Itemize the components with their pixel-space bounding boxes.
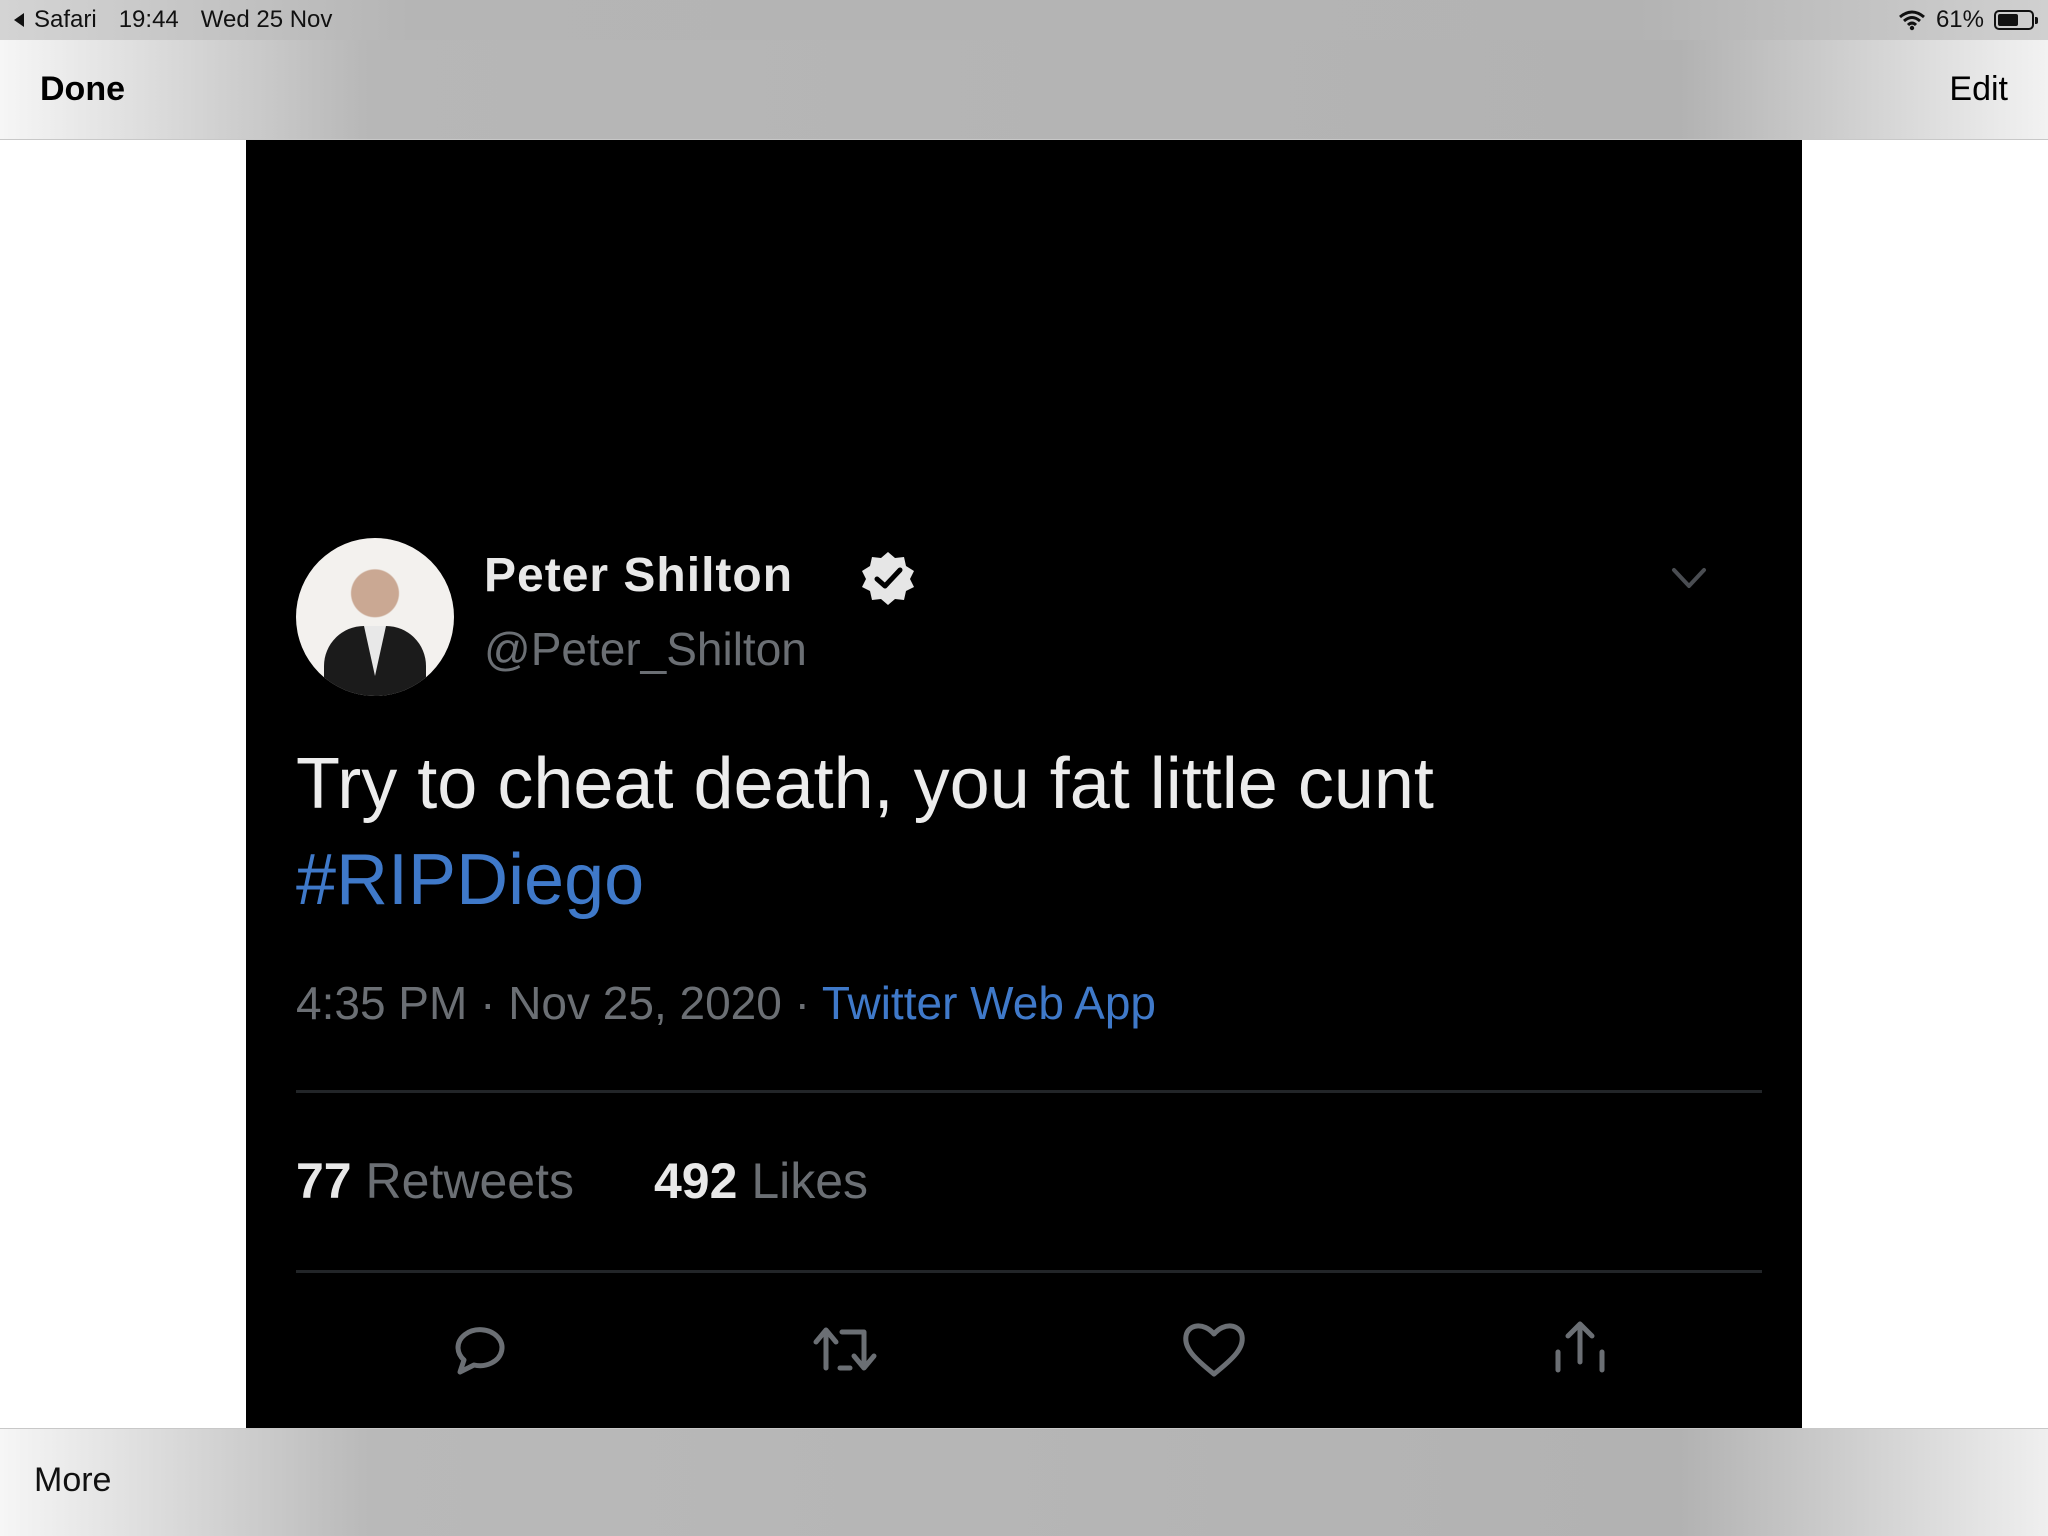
tweet-screenshot-image[interactable]: Peter Shilton @Peter_Shilton Try to chea…: [246, 140, 1802, 1428]
likes-count: 492: [653, 1153, 738, 1209]
battery-percent: 61%: [1935, 6, 1984, 33]
status-bar: Safari 19:44 Wed 25 Nov 61%: [0, 0, 2048, 40]
wifi-icon: [1898, 10, 1925, 31]
divider: [296, 1270, 1762, 1273]
battery-fill: [1998, 14, 2018, 26]
meta-separator: ·: [480, 977, 496, 1029]
back-to-app[interactable]: Safari: [12, 6, 97, 34]
status-left: Safari 19:44 Wed 25 Nov: [12, 6, 332, 34]
tweet-meta: 4:35 PM · Nov 25, 2020 · Twitter Web App: [296, 976, 1156, 1030]
tweet-display-name: Peter Shilton: [484, 549, 794, 602]
image-viewer: Peter Shilton @Peter_Shilton Try to chea…: [0, 140, 2048, 1428]
retweets-count: 77: [296, 1153, 352, 1209]
like-icon: [1183, 1323, 1245, 1377]
retweets-label: Retweets: [365, 1153, 574, 1209]
top-nav-bar: Done Edit: [0, 40, 2048, 140]
divider: [296, 1090, 1762, 1093]
tweet-hashtag: #RIPDiego: [296, 840, 645, 920]
tweet-time: 4:35 PM: [296, 977, 468, 1029]
retweet-icon: [813, 1327, 877, 1371]
tweet-source: Twitter Web App: [821, 977, 1157, 1029]
likes-stat: 492 Likes: [654, 1152, 868, 1210]
tweet-text: Try to cheat death, you fat little cunt: [296, 744, 1434, 824]
back-arrow-icon: [14, 13, 24, 27]
chevron-down-icon: [1672, 568, 1706, 588]
status-date: Wed 25 Nov: [200, 6, 333, 33]
edit-button[interactable]: Edit: [1949, 70, 2008, 109]
share-icon: [1555, 1321, 1605, 1373]
tweet-date: Nov 25, 2020: [508, 977, 782, 1029]
battery-icon: [1994, 10, 2038, 30]
retweets-stat: 77 Retweets: [296, 1152, 574, 1210]
status-right: 61%: [1898, 6, 2038, 34]
status-time: 19:44: [118, 6, 179, 33]
tweet-body: Try to cheat death, you fat little cunt …: [296, 736, 1746, 928]
reply-icon: [455, 1327, 505, 1375]
tweet-handle: @Peter_Shilton: [484, 623, 807, 675]
verified-badge-icon: [862, 552, 914, 605]
tweet-stats: 77 Retweets 492 Likes: [296, 1152, 868, 1210]
bottom-toolbar: More: [0, 1428, 2048, 1536]
meta-separator: ·: [794, 977, 810, 1029]
done-button[interactable]: Done: [40, 70, 125, 109]
likes-label: Likes: [751, 1153, 869, 1209]
more-button[interactable]: More: [34, 1461, 111, 1500]
avatar: [296, 538, 454, 696]
back-app-label: Safari: [34, 6, 97, 33]
